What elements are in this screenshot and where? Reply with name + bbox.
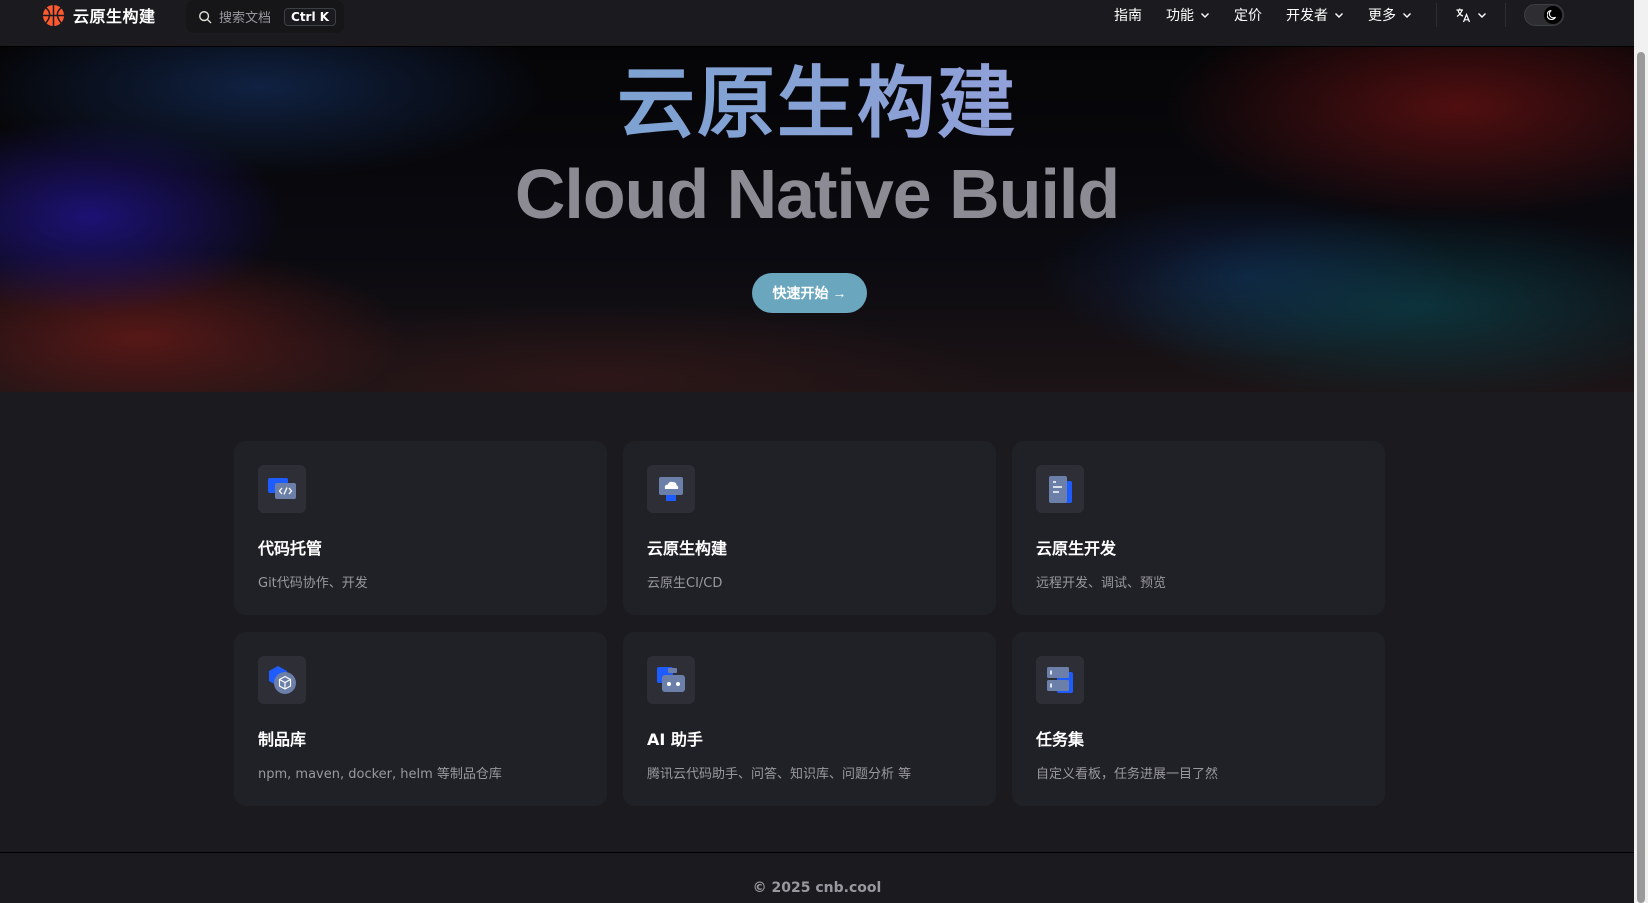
- features-grid: 代码托管 Git代码协作、开发 云原生构建 云原生CI/CD 云原生开发 远程开…: [234, 441, 1387, 806]
- feature-title: 任务集: [1036, 730, 1085, 749]
- hero-title: 云原生构建: [0, 61, 1634, 148]
- scrollbar-thumb[interactable]: [1637, 52, 1645, 903]
- feature-description: npm, maven, docker, helm 等制品仓库: [258, 767, 502, 782]
- feature-title: 制品库: [258, 730, 307, 749]
- chevron-down-icon: [1335, 13, 1343, 18]
- nav-link-developers[interactable]: 开发者: [1286, 5, 1344, 25]
- feature-description: 自定义看板，任务进展一目了然: [1036, 767, 1219, 782]
- nav-link-label: 指南: [1114, 8, 1142, 24]
- feature-card-ai-assistant[interactable]: AI 助手 腾讯云代码助手、问答、知识库、问题分析 等: [623, 632, 996, 806]
- feature-description: Git代码协作、开发: [258, 576, 368, 591]
- theme-toggle[interactable]: [1524, 4, 1564, 26]
- brand-title: 云原生构建: [73, 7, 156, 26]
- cloud-monitor-icon: [647, 465, 695, 513]
- feature-title: 代码托管: [258, 539, 323, 558]
- nav-link-guide[interactable]: 指南: [1114, 5, 1142, 25]
- feature-card-artifacts[interactable]: 制品库 npm, maven, docker, helm 等制品仓库: [234, 632, 607, 806]
- search-button[interactable]: 搜索文档 Ctrl K: [186, 0, 344, 33]
- feature-card-cloud-dev[interactable]: 云原生开发 远程开发、调试、预览: [1012, 441, 1385, 615]
- copyright-text: © 2025 cnb.cool: [752, 880, 882, 896]
- hero-subtitle: Cloud Native Build: [514, 155, 1120, 233]
- vertical-scrollbar[interactable]: [1634, 0, 1648, 903]
- nav-link-label: 功能: [1166, 8, 1194, 24]
- chevron-down-icon: [1478, 13, 1486, 18]
- brand-logo-icon: [42, 4, 65, 26]
- moon-icon: [1547, 9, 1556, 21]
- nav-link-features[interactable]: 功能: [1166, 5, 1210, 25]
- get-started-button[interactable]: 快速开始 →: [752, 273, 867, 313]
- nav-link-label: 定价: [1234, 8, 1262, 24]
- feature-card-cloud-build[interactable]: 云原生构建 云原生CI/CD: [623, 441, 996, 615]
- top-navbar: 云原生构建 搜索文档 Ctrl K 指南 功能 定价 开发者 更多: [0, 0, 1634, 47]
- search-icon: [199, 10, 212, 23]
- chevron-down-icon: [1403, 13, 1411, 18]
- feature-description: 云原生CI/CD: [647, 576, 723, 591]
- feature-description: 腾讯云代码助手、问答、知识库、问题分析 等: [647, 767, 912, 782]
- package-box-icon: [258, 656, 306, 704]
- nav-link-pricing[interactable]: 定价: [1234, 5, 1262, 25]
- feature-title: 云原生构建: [647, 539, 728, 558]
- search-placeholder: 搜索文档: [219, 11, 272, 26]
- page-footer: © 2025 cnb.cool: [0, 852, 1634, 903]
- search-shortcut-key: Ctrl K: [284, 7, 337, 26]
- feature-description: 远程开发、调试、预览: [1036, 576, 1167, 591]
- translate-icon: [1456, 8, 1471, 23]
- nav-link-label: 更多: [1368, 8, 1396, 24]
- chevron-down-icon: [1201, 13, 1209, 18]
- nav-divider: [1436, 3, 1437, 27]
- feature-card-task-sets[interactable]: 任务集 自定义看板，任务进展一目了然: [1012, 632, 1385, 806]
- code-window-icon: [258, 465, 306, 513]
- feature-title: 云原生开发: [1036, 539, 1117, 558]
- theme-toggle-knob: [1544, 6, 1562, 24]
- language-switcher[interactable]: [1455, 7, 1487, 23]
- brand-link[interactable]: 云原生构建: [42, 3, 156, 27]
- hero-section: 云原生构建 Cloud Native Build 快速开始 →: [0, 47, 1634, 392]
- nav-divider: [1505, 3, 1506, 27]
- document-icon: [1036, 465, 1084, 513]
- feature-card-code-hosting[interactable]: 代码托管 Git代码协作、开发: [234, 441, 607, 615]
- robot-icon: [647, 656, 695, 704]
- server-list-icon: [1036, 656, 1084, 704]
- nav-link-label: 开发者: [1286, 8, 1328, 24]
- feature-title: AI 助手: [647, 730, 703, 749]
- nav-links: 指南 功能 定价 开发者 更多: [1114, 0, 1634, 30]
- nav-link-more[interactable]: 更多: [1368, 5, 1412, 25]
